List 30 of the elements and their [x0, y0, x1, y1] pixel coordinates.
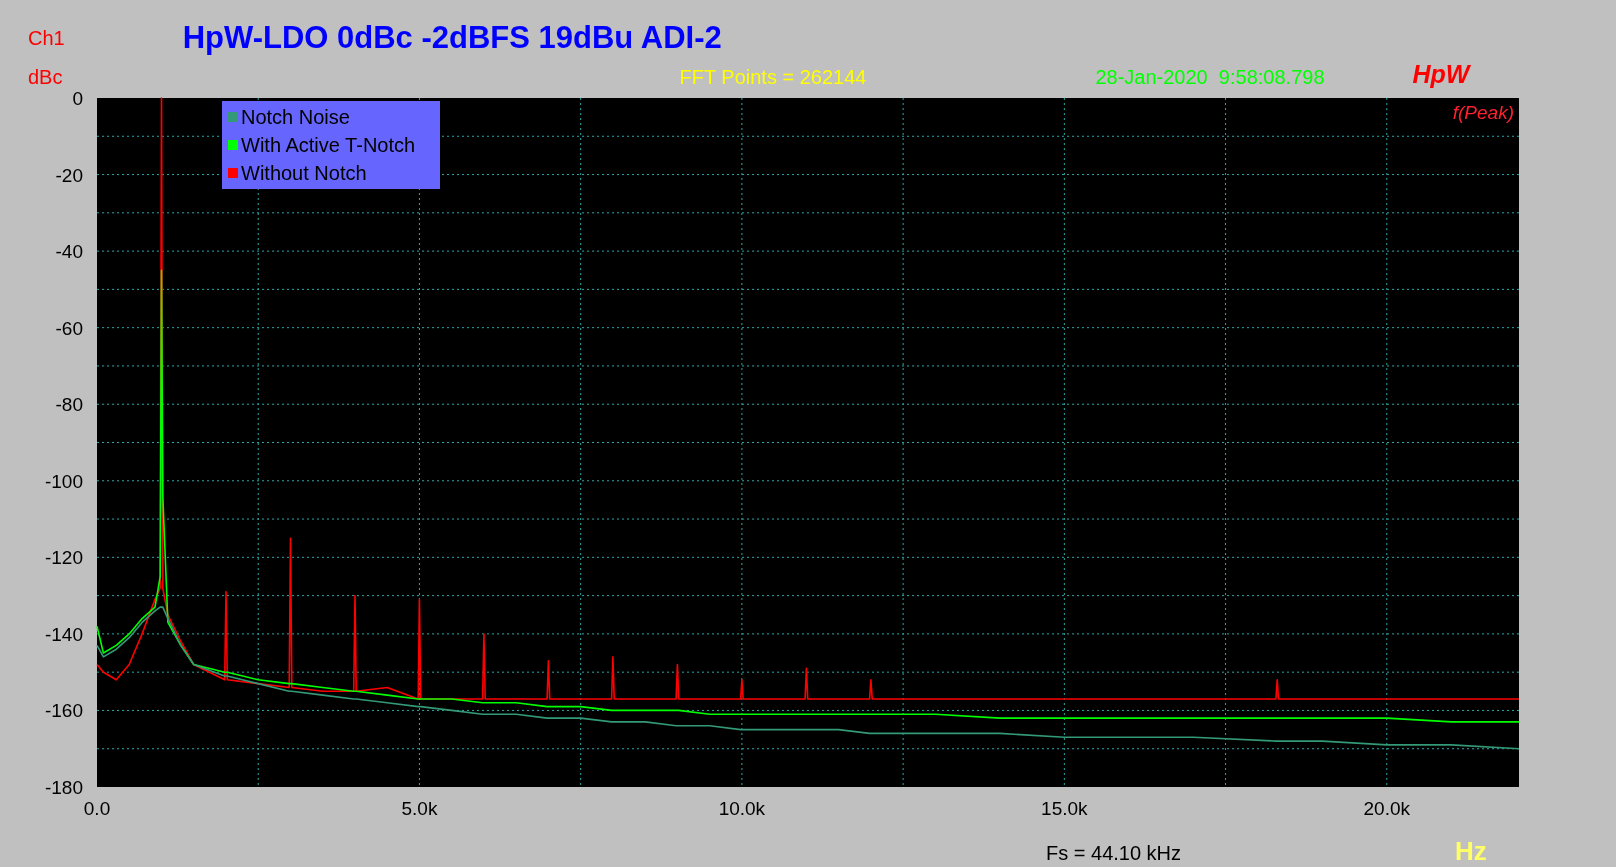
peak-marker-label: f(Peak)	[1452, 102, 1514, 124]
axis-tick-label: -20	[55, 164, 83, 186]
legend-swatch	[228, 168, 238, 178]
timestamp-label: 28-Jan-2020 9:58:08.798	[1095, 66, 1325, 89]
fft-points-label: FFT Points = 262144	[679, 66, 867, 89]
axis-tick-label: -80	[55, 394, 83, 416]
legend-swatch	[228, 140, 238, 150]
legend-swatch	[228, 112, 238, 122]
axis-tick-label: -100	[44, 470, 83, 492]
axis-tick-label: 20.0k	[1363, 798, 1411, 819]
axis-tick-label: -160	[44, 700, 83, 722]
axis-unit-label: Hz	[1455, 836, 1487, 867]
axis-tick-label: -40	[55, 241, 83, 263]
axis-tick-label: 0.0	[83, 798, 111, 819]
axis-tick-label: -180	[44, 777, 83, 798]
legend-label: With Active T-Notch	[241, 133, 416, 157]
channel-label: Ch1	[28, 26, 65, 50]
legend-label: Notch Noise	[241, 105, 350, 129]
axis-tick-label: -60	[55, 317, 83, 339]
axis-tick-label: 10.0k	[718, 798, 766, 819]
axis-tick-label: -140	[44, 623, 83, 645]
axis-tick-label: 0	[72, 92, 83, 109]
legend-label: Without Notch	[241, 161, 367, 185]
unit-label: dBc	[28, 66, 63, 89]
axis-tick-label: 5.0k	[401, 798, 438, 819]
brand-label: HpW	[1412, 60, 1470, 89]
axis-tick-label: -120	[44, 547, 83, 569]
axis-tick-label: 15.0k	[1041, 798, 1088, 819]
chart-title: HpW-LDO 0dBc -2dBFS 19dBu ADI-2	[182, 20, 722, 56]
sample-rate-label: Fs = 44.10 kHz	[1046, 842, 1182, 866]
